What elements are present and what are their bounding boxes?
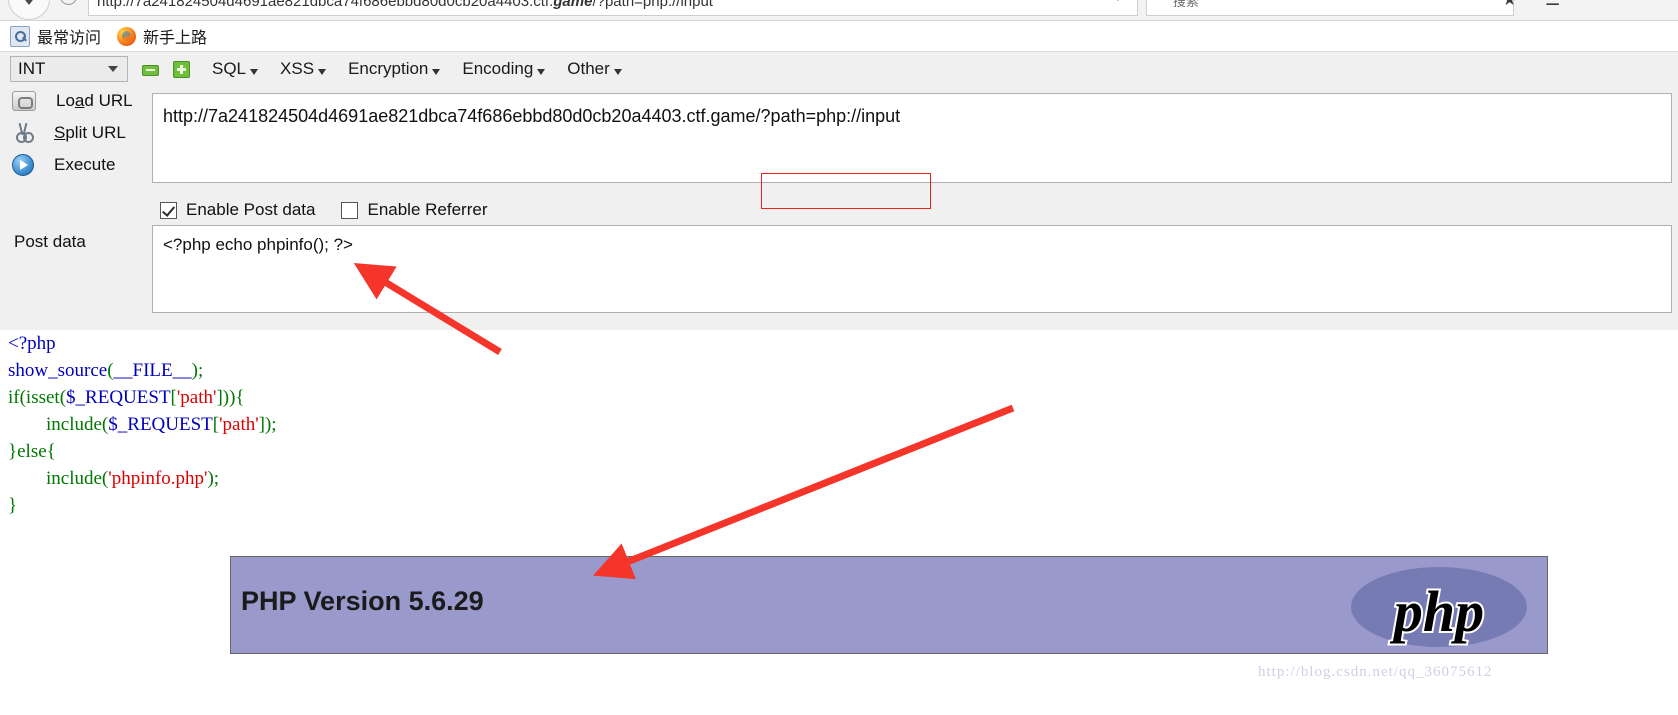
address-bar[interactable]: http://7a241824504d4691ae821dbca74f686eb… xyxy=(88,0,1138,16)
split-url-icon xyxy=(12,123,34,143)
bookmark-label: 新手上路 xyxy=(143,30,208,47)
code-line-3: if(isset($_REQUEST['path'])){ xyxy=(8,387,245,408)
chevron-down-icon xyxy=(250,69,259,75)
bookmark-getting-started[interactable]: 新手上路 xyxy=(117,24,207,48)
back-caret-icon xyxy=(22,0,36,5)
enable-referrer-checkbox[interactable] xyxy=(341,201,359,219)
php-logo: php xyxy=(1351,567,1527,647)
search-box[interactable]: 搜索 xyxy=(1146,0,1514,16)
load-url-button[interactable]: Load URL xyxy=(0,85,152,117)
post-data-input[interactable]: <?php echo phpinfo(); ?> xyxy=(152,225,1672,313)
load-url-icon xyxy=(12,91,36,111)
hackbar-options-row: Enable Post data Enable Referrer xyxy=(160,200,514,220)
enable-post-data-checkbox[interactable] xyxy=(160,201,177,219)
menu-encryption[interactable]: Encryption xyxy=(348,59,441,79)
remove-row-button[interactable] xyxy=(142,64,159,76)
php-source-output: <?php show_source(__FILE__); if(isset($_… xyxy=(0,330,1678,519)
split-url-label: Split URL xyxy=(54,123,126,142)
most-visited-icon xyxy=(10,25,30,47)
chevron-down-icon xyxy=(432,69,441,75)
address-bar-domain: game xyxy=(553,0,593,10)
enable-post-data-label: Enable Post data xyxy=(186,200,316,219)
address-bar-dropdown-icon[interactable] xyxy=(1113,0,1123,1)
hackbar-panel: Load URL Split URL Execute http://7a2418… xyxy=(0,85,1678,330)
code-line: <?php xyxy=(8,333,56,354)
encoding-type-value: INT xyxy=(18,59,46,78)
reload-icon[interactable] xyxy=(60,0,77,5)
code-line-5: }else{ xyxy=(8,441,56,462)
csdn-watermark: http://blog.csdn.net/qq_36075612 xyxy=(1258,664,1493,680)
split-url-button[interactable]: Split URL xyxy=(0,117,152,149)
browser-toolbar: http://7a241824504d4691ae821dbca74f686eb… xyxy=(0,0,1678,21)
menu-encoding-label: Encoding xyxy=(462,59,534,78)
php-version-banner: PHP Version 5.6.29 php xyxy=(230,556,1548,654)
chevron-down-icon xyxy=(537,69,546,75)
menu-sql-label: SQL xyxy=(212,59,247,78)
menu-encoding[interactable]: Encoding xyxy=(462,59,546,79)
post-data-label: Post data xyxy=(14,232,86,251)
address-bar-prefix: http://7a241824504d4691ae821dbca74f686eb… xyxy=(97,0,554,10)
menu-encryption-label: Encryption xyxy=(348,59,429,78)
chevron-down-icon xyxy=(613,69,622,75)
execute-label: Execute xyxy=(54,155,116,174)
code-line-6: include('phpinfo.php'); xyxy=(46,468,220,489)
encoding-type-select[interactable]: INT xyxy=(10,56,128,82)
bookmark-most-visited[interactable]: 最常访问 xyxy=(10,24,101,48)
star-icon[interactable]: ★ xyxy=(1502,0,1517,10)
firefox-icon xyxy=(117,26,137,46)
hackbar-toolbar: INT SQL XSS Encryption Encoding Other xyxy=(0,51,1678,86)
hamburger-menu-icon[interactable]: ☰ xyxy=(1545,0,1560,10)
code-line-7: } xyxy=(8,495,18,516)
code-line-4: include($_REQUEST['path']); xyxy=(46,414,277,435)
url-input[interactable]: http://7a241824504d4691ae821dbca74f686eb… xyxy=(152,93,1672,183)
add-row-button[interactable] xyxy=(173,60,190,78)
menu-other[interactable]: Other xyxy=(567,59,622,79)
execute-button[interactable]: Execute xyxy=(0,149,152,181)
chevron-down-icon xyxy=(318,69,327,75)
menu-sql[interactable]: SQL xyxy=(212,59,259,79)
menu-other-label: Other xyxy=(567,59,610,78)
menu-xss[interactable]: XSS xyxy=(280,59,327,79)
hackbar-action-list: Load URL Split URL Execute xyxy=(0,85,152,181)
enable-referrer-label: Enable Referrer xyxy=(367,200,488,219)
address-bar-suffix: /?path=php://input xyxy=(592,0,713,10)
php-version-text: PHP Version 5.6.29 xyxy=(241,586,484,616)
bookmark-label: 最常访问 xyxy=(37,30,102,47)
screenshot-root: http://7a241824504d4691ae821dbca74f686eb… xyxy=(0,0,1678,715)
code-line-2: show_source(__FILE__); xyxy=(8,360,204,381)
menu-xss-label: XSS xyxy=(280,59,315,78)
load-url-label: Load URL xyxy=(56,91,133,110)
execute-icon xyxy=(12,154,34,176)
bookmarks-bar: 最常访问 新手上路 xyxy=(0,21,1678,51)
chevron-down-icon xyxy=(108,66,118,72)
svg-text:php: php xyxy=(1389,579,1484,644)
